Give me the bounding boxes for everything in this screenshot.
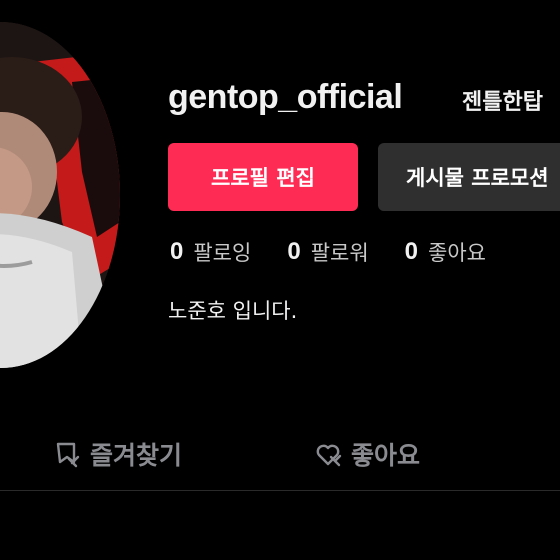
profile-page: gentop_official 젠틀한탑 프로필 편집 게시물 프로모션 0 팔…: [0, 0, 560, 560]
avatar[interactable]: [0, 22, 120, 368]
nickname: 젠틀한탑: [462, 90, 543, 115]
bio: 노준호 입니다.: [168, 299, 298, 323]
likes-count: 0: [404, 238, 419, 265]
edit-profile-button[interactable]: 프로필 편집: [168, 143, 358, 211]
followers-count: 0: [287, 238, 301, 265]
username: gentop_official: [168, 78, 403, 116]
tab-favorites[interactable]: 즐겨찾기: [52, 432, 182, 476]
tab-likes[interactable]: 좋아요: [313, 432, 420, 476]
bookmark-icon: [52, 439, 82, 469]
profile-stats: 0 팔로잉 0 팔로워 0 좋아요: [170, 235, 522, 269]
tab-favorites-label: 즐겨찾기: [90, 441, 183, 470]
avatar-photo: [0, 22, 120, 368]
stat-following[interactable]: 0 팔로잉: [170, 237, 251, 267]
followers-label: 팔로워: [310, 241, 369, 265]
stat-followers[interactable]: 0 팔로워: [287, 237, 368, 267]
following-label: 팔로잉: [193, 241, 252, 265]
promote-post-button[interactable]: 게시물 프로모션: [378, 143, 560, 211]
following-count: 0: [170, 238, 184, 265]
stat-likes: 0 좋아요: [405, 237, 486, 267]
tab-divider: [0, 490, 560, 491]
likes-label: 좋아요: [428, 241, 486, 265]
heart-icon: [313, 439, 343, 469]
tab-likes-label: 좋아요: [351, 441, 421, 470]
